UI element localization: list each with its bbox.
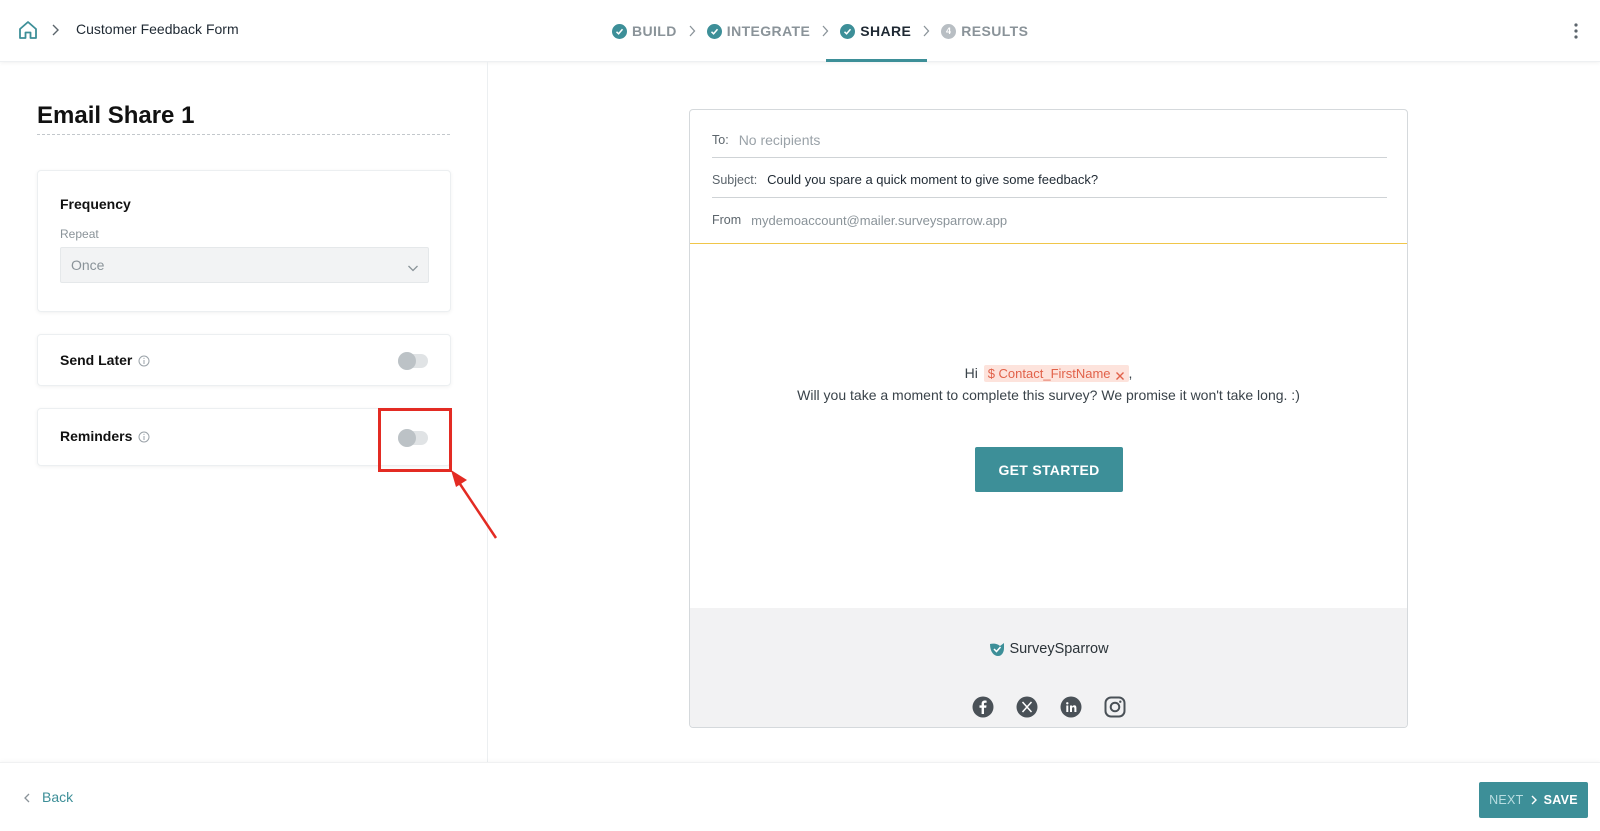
from-key: From — [712, 213, 742, 227]
x-icon[interactable] — [1016, 696, 1038, 718]
merge-tag[interactable]: $ Contact_FirstName — [983, 365, 1129, 382]
annotation-arrow — [451, 470, 498, 539]
chevron-right-icon — [911, 24, 941, 38]
brand-name: SurveySparrow — [1009, 641, 1109, 657]
greeting-punct: , — [1128, 365, 1133, 381]
bottom-bar: Back NEXT SAVE — [0, 762, 1600, 831]
send-later-text: Send Later — [60, 352, 133, 368]
surveysparrow-logo-icon — [990, 643, 1005, 656]
check-circle-icon — [706, 23, 722, 39]
body-text: Will you take a moment to complete this … — [797, 387, 1300, 403]
subject-row[interactable]: Subject: Could you spare a quick moment … — [712, 162, 1387, 198]
email-header: To: No recipients Subject: Could you spa… — [690, 110, 1407, 244]
send-later-label: Send Later — [60, 352, 150, 368]
chevron-right-icon — [50, 22, 62, 38]
share-title[interactable]: Email Share 1 — [37, 102, 450, 135]
greeting-line: Hi $ Contact_FirstName , — [690, 365, 1407, 382]
info-icon[interactable] — [138, 354, 150, 367]
get-started-button[interactable]: GET STARTED — [975, 447, 1123, 492]
step-label: RESULTS — [961, 23, 1029, 39]
step-build[interactable]: BUILD — [612, 0, 677, 62]
step-label: BUILD — [632, 23, 677, 39]
from-row[interactable]: From mydemoaccount@mailer.surveysparrow.… — [712, 202, 1387, 238]
chevron-left-icon — [22, 791, 32, 803]
step-results[interactable]: 4 RESULTS — [941, 0, 1028, 62]
wizard-steps: BUILD INTEGRATE SHARE 4 RESULTS — [612, 0, 1028, 62]
save-label: SAVE — [1543, 793, 1578, 807]
frequency-card: Frequency Repeat Once — [37, 170, 451, 312]
chevron-down-icon — [407, 260, 419, 276]
email-body: Hi $ Contact_FirstName , Will you take a… — [690, 246, 1407, 606]
linkedin-icon[interactable] — [1060, 696, 1082, 718]
send-later-toggle[interactable] — [398, 352, 428, 370]
facebook-icon[interactable] — [972, 696, 994, 718]
subject-key: Subject: — [712, 172, 758, 187]
next-save-button[interactable]: NEXT SAVE — [1479, 782, 1588, 818]
email-footer: SurveySparrow — [690, 608, 1407, 727]
merge-tag-label: $ Contact_FirstName — [987, 366, 1111, 381]
annotation-highlight-box — [378, 408, 452, 472]
brand-logo: SurveySparrow — [690, 640, 1407, 658]
reminders-label: Reminders — [60, 428, 150, 444]
repeat-value: Once — [71, 257, 105, 273]
send-later-card: Send Later — [37, 334, 451, 386]
check-circle-icon — [840, 23, 856, 39]
more-options-icon[interactable] — [1572, 20, 1580, 42]
greeting-text: Hi — [964, 365, 978, 381]
repeat-select[interactable]: Once — [60, 247, 429, 283]
frequency-heading: Frequency — [60, 196, 131, 212]
top-bar: Customer Feedback Form BUILD INTEGRATE S… — [0, 0, 1600, 62]
step-label: INTEGRATE — [726, 23, 811, 39]
chevron-right-icon — [1529, 794, 1539, 806]
email-preview: To: No recipients Subject: Could you spa… — [689, 109, 1408, 728]
instagram-icon[interactable] — [1104, 696, 1126, 718]
next-label: NEXT — [1489, 793, 1524, 807]
close-icon[interactable] — [1115, 369, 1125, 380]
step-integrate[interactable]: INTEGRATE — [706, 0, 811, 62]
step-label: SHARE — [860, 23, 912, 39]
to-row[interactable]: To: No recipients — [712, 122, 1387, 158]
check-circle-icon — [612, 23, 627, 39]
subject-value: Could you spare a quick moment to give s… — [767, 172, 1099, 187]
step-share[interactable]: SHARE — [826, 0, 928, 62]
to-key: To: — [712, 132, 729, 147]
step-number-badge: 4 — [941, 23, 957, 39]
breadcrumb-title[interactable]: Customer Feedback Form — [76, 21, 239, 37]
social-links — [690, 696, 1407, 718]
to-value: No recipients — [738, 131, 821, 148]
info-icon[interactable] — [138, 430, 150, 443]
back-label: Back — [42, 789, 74, 805]
toggle-knob — [398, 352, 416, 370]
reminders-text: Reminders — [60, 428, 133, 444]
chevron-right-icon — [677, 24, 707, 38]
back-button[interactable]: Back — [22, 789, 73, 805]
repeat-label: Repeat — [60, 227, 99, 241]
chevron-right-icon — [810, 24, 840, 38]
from-value: mydemoaccount@mailer.surveysparrow.app — [751, 212, 1008, 228]
home-icon[interactable] — [17, 19, 39, 41]
